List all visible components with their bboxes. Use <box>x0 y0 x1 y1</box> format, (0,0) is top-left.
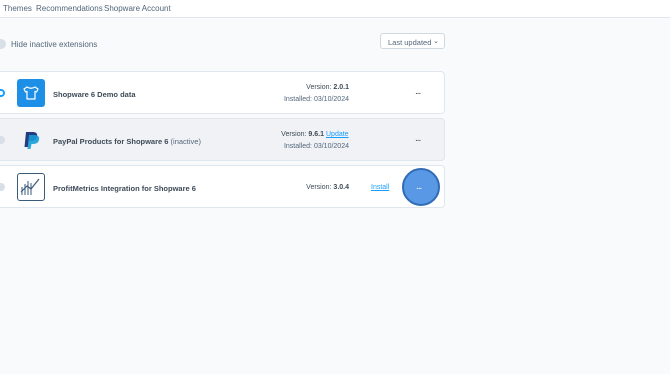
extension-card-paypal: PayPal Products for Shopware 6 (inactive… <box>0 118 445 161</box>
extension-version: Version: 9.6.1 <box>281 131 324 138</box>
extension-active-toggle[interactable] <box>0 183 5 191</box>
tab-themes[interactable]: Themes <box>3 4 32 13</box>
extension-version: Version: 3.0.4 <box>306 184 349 191</box>
more-actions-button[interactable]: ... <box>415 86 421 97</box>
paypal-icon <box>17 126 45 154</box>
chevron-down-icon: ⌄ <box>433 38 439 45</box>
extension-card-demo-data: Shopware 6 Demo data Version: 2.0.1 Inst… <box>0 71 445 114</box>
extension-version: Version: 2.0.1 <box>306 84 349 91</box>
more-actions-button[interactable]: ... <box>415 133 421 144</box>
extension-card-profitmetrics: ProfitMetrics Integration for Shopware 6… <box>0 165 445 208</box>
extension-name: ProfitMetrics Integration for Shopware 6 <box>53 184 196 193</box>
sort-select[interactable]: Last updated ⌄ <box>380 33 445 49</box>
extension-name: PayPal Products for Shopware 6 (inactive… <box>53 137 201 146</box>
chart-icon <box>17 173 45 201</box>
tab-shopware-account[interactable]: Shopware Account <box>104 4 171 13</box>
tab-recommendations[interactable]: Recommendations <box>36 4 103 13</box>
more-icon: ... <box>416 181 422 192</box>
more-actions-button-highlighted[interactable]: ... <box>402 168 440 206</box>
hide-inactive-toggle[interactable] <box>0 39 6 49</box>
extension-active-toggle[interactable] <box>0 89 5 97</box>
install-link[interactable]: Install <box>371 184 389 191</box>
extension-active-toggle[interactable] <box>0 136 5 144</box>
extension-installed-date: Installed: 03/10/2024 <box>283 96 349 103</box>
tshirt-icon <box>17 79 45 107</box>
sort-select-value: Last updated <box>388 38 432 47</box>
hide-inactive-label: Hide inactive extensions <box>11 40 98 49</box>
top-nav: Themes Recommendations Shopware Account <box>0 0 670 18</box>
extension-name: Shopware 6 Demo data <box>53 90 136 99</box>
extension-installed-date: Installed: 03/10/2024 <box>283 143 349 150</box>
update-link[interactable]: Update <box>326 131 349 138</box>
